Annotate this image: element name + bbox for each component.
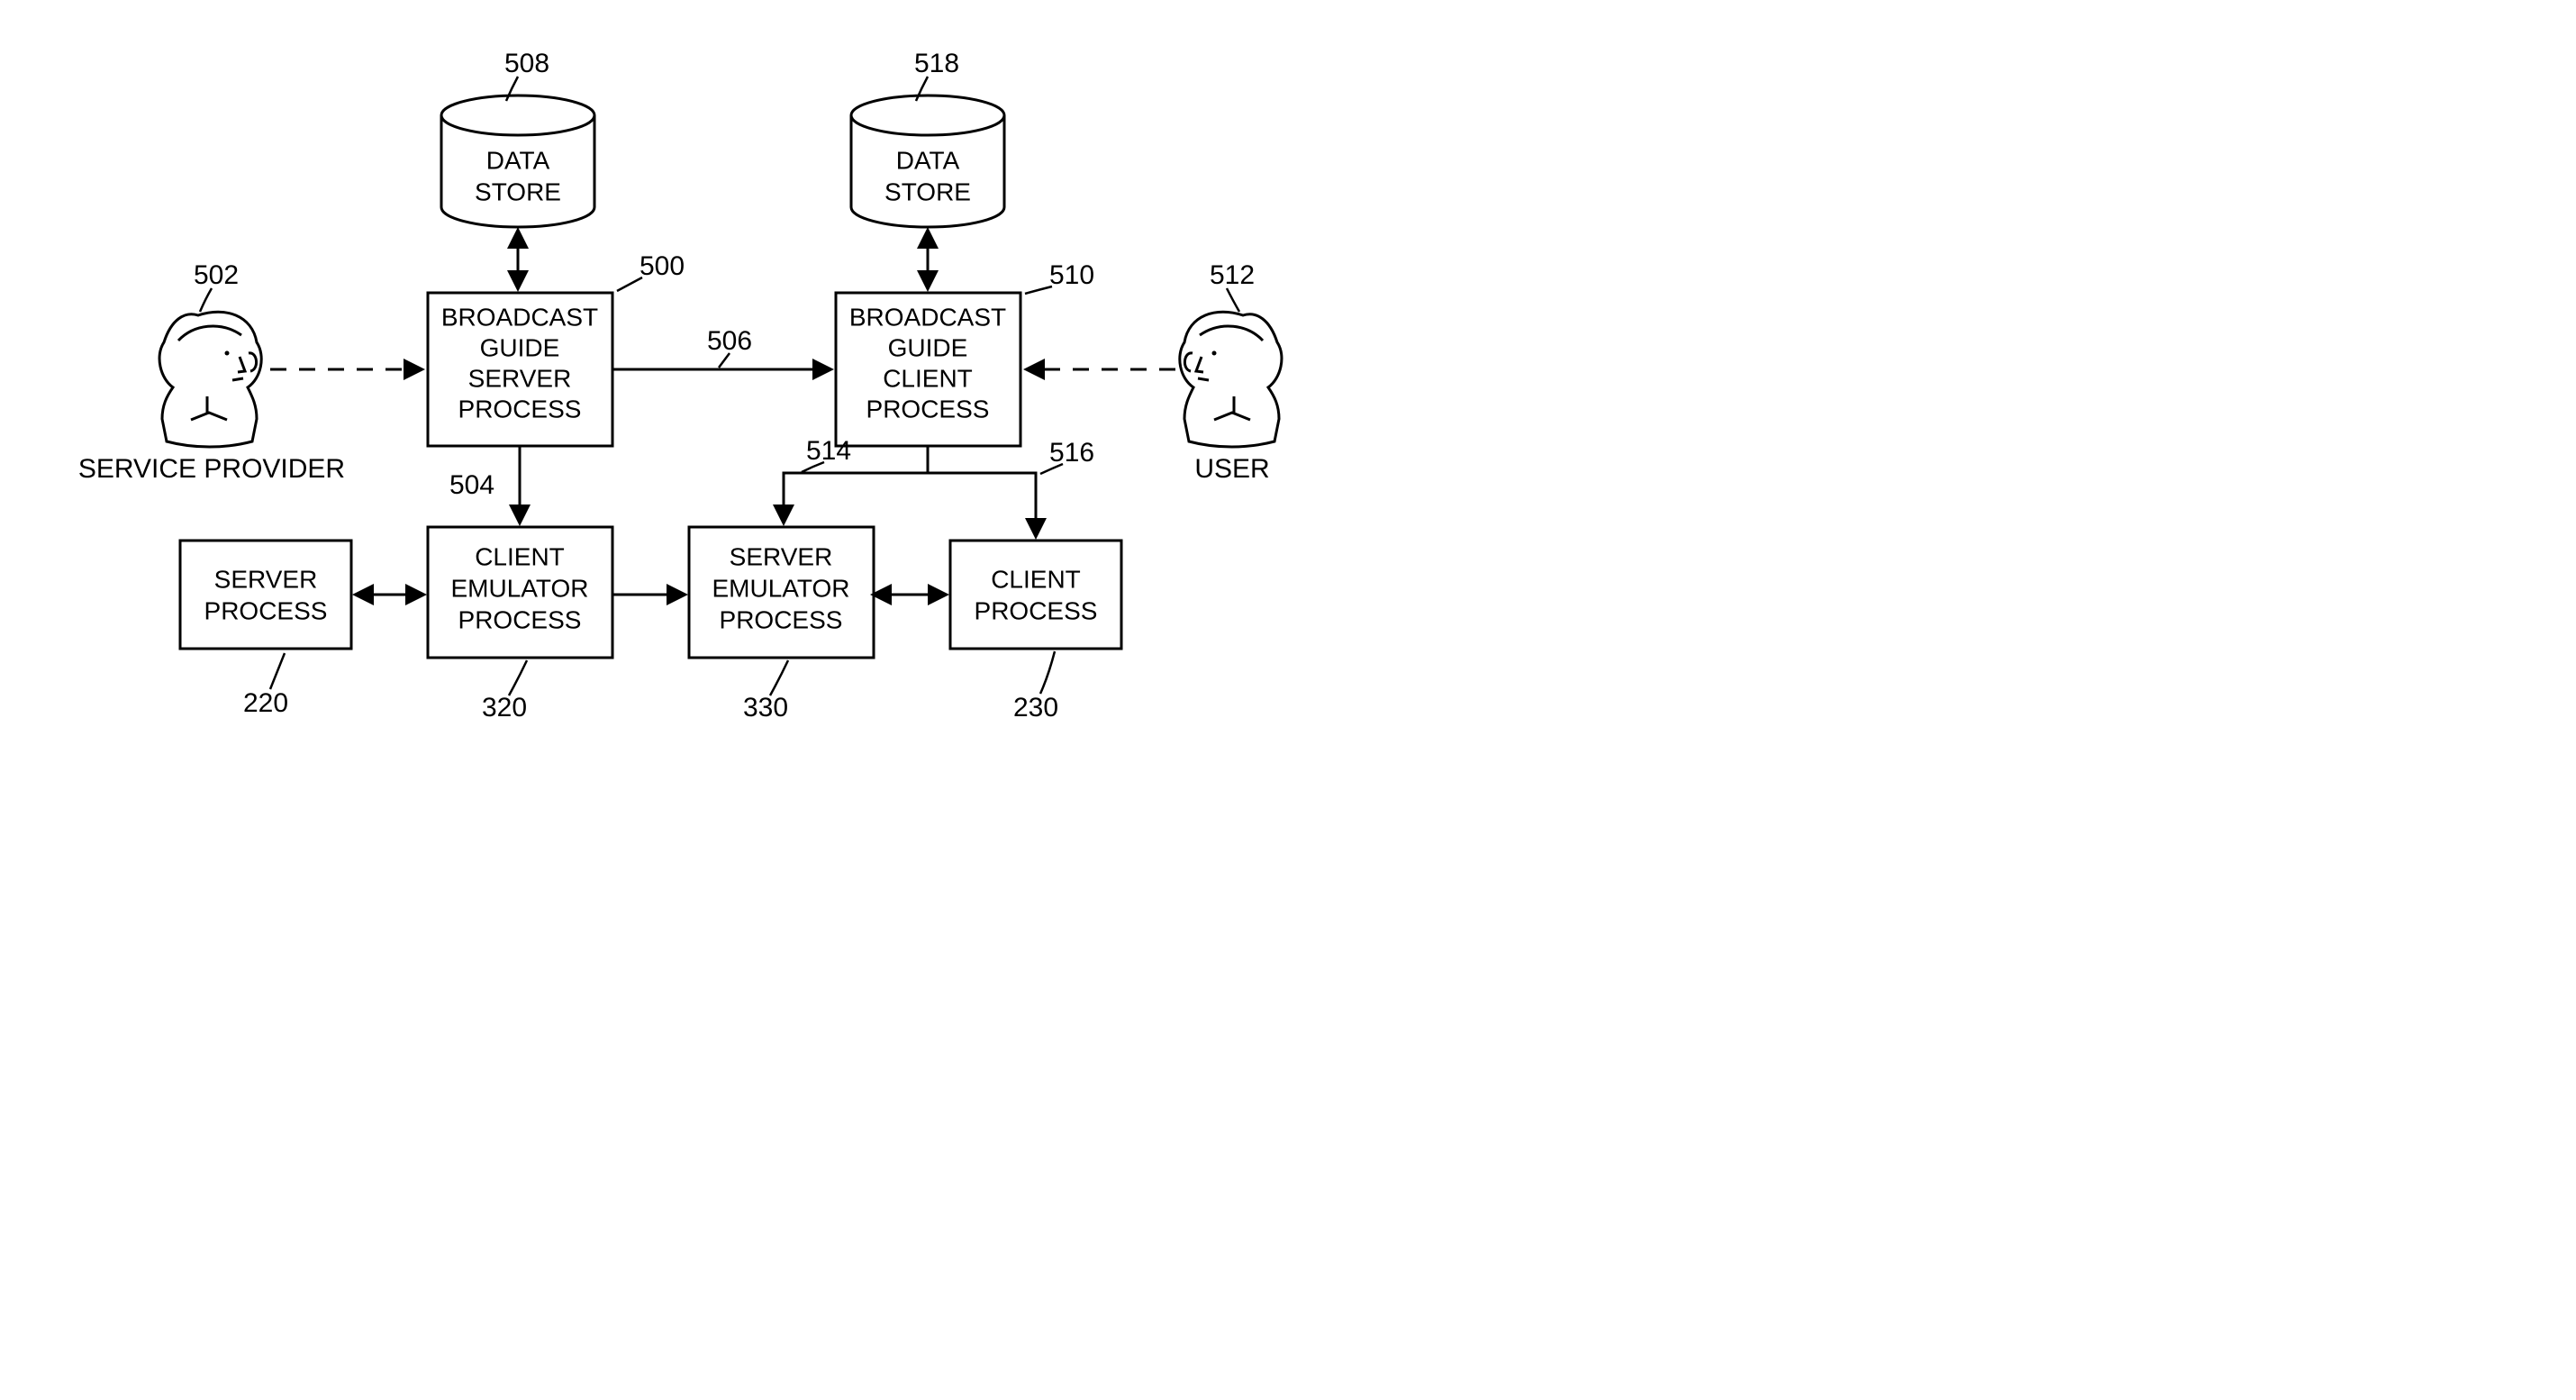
ref-500: 500: [639, 251, 685, 281]
server-process: SERVER PROCESS: [180, 541, 351, 649]
bgs-l2: GUIDE: [480, 333, 560, 361]
ref-330: 330: [743, 693, 788, 723]
ref-508: 508: [504, 49, 549, 78]
ce-l1: CLIENT: [475, 542, 565, 570]
bgc-l2: GUIDE: [888, 333, 968, 361]
ref-504: 504: [449, 470, 494, 500]
bgc-l1: BROADCAST: [849, 303, 1006, 331]
data-store-1: DATA STORE: [441, 95, 594, 227]
server-emulator-process: SERVER EMULATOR PROCESS: [689, 527, 874, 658]
ref-518: 518: [914, 49, 959, 78]
bgs-l1: BROADCAST: [441, 303, 598, 331]
sp-l1: SERVER: [214, 565, 318, 593]
ref-510: 510: [1049, 260, 1094, 290]
broadcast-guide-client-process: BROADCAST GUIDE CLIENT PROCESS: [836, 293, 1020, 446]
sp-l2: PROCESS: [204, 596, 328, 624]
ref-220: 220: [243, 688, 288, 718]
service-provider-icon: [159, 312, 261, 447]
ref-506: 506: [707, 326, 752, 356]
cp-l2: PROCESS: [975, 596, 1098, 624]
ref-512: 512: [1210, 260, 1255, 290]
bgs-l4: PROCESS: [458, 395, 582, 423]
bgc-l4: PROCESS: [866, 395, 990, 423]
broadcast-guide-server-process: BROADCAST GUIDE SERVER PROCESS: [428, 293, 612, 446]
bgs-l3: SERVER: [468, 364, 572, 392]
data-store-1-line2: STORE: [475, 177, 561, 205]
cp-l1: CLIENT: [991, 565, 1081, 593]
ref-514: 514: [806, 436, 851, 466]
data-store-2: DATA STORE: [851, 95, 1004, 227]
client-process: CLIENT PROCESS: [950, 541, 1121, 649]
ce-l3: PROCESS: [458, 605, 582, 633]
user-label: USER: [1194, 454, 1269, 484]
se-l3: PROCESS: [720, 605, 843, 633]
ref-320: 320: [482, 693, 527, 723]
data-store-2-line1: DATA: [896, 146, 960, 174]
edge-bgc-cp: [928, 473, 1036, 536]
user-icon: [1180, 312, 1282, 447]
data-store-2-line2: STORE: [884, 177, 971, 205]
bgc-l3: CLIENT: [883, 364, 973, 392]
data-store-1-line1: DATA: [486, 146, 550, 174]
ref-230: 230: [1013, 693, 1058, 723]
se-l1: SERVER: [730, 542, 833, 570]
service-provider-label: SERVICE PROVIDER: [78, 454, 345, 484]
se-l2: EMULATOR: [712, 574, 850, 602]
diagram: DATA STORE 508 DATA STORE 518 BROADCAST …: [18, 18, 1351, 730]
client-emulator-process: CLIENT EMULATOR PROCESS: [428, 527, 612, 658]
ref-516: 516: [1049, 438, 1094, 468]
ref-502: 502: [194, 260, 239, 290]
ce-l2: EMULATOR: [451, 574, 589, 602]
